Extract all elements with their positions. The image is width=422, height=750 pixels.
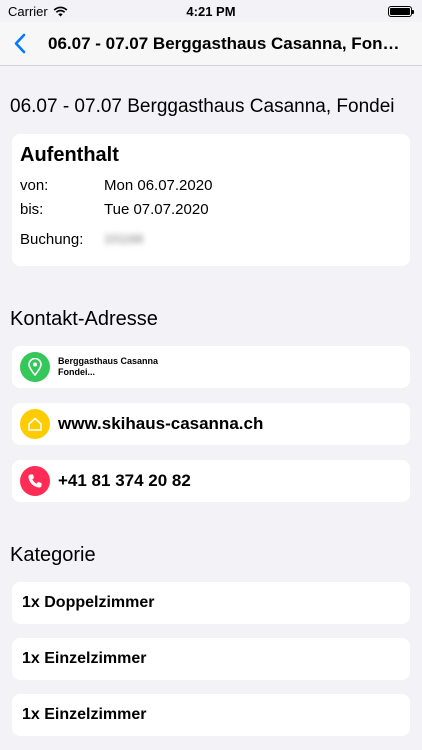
to-row: bis: Tue 07.07.2020 [20,197,402,221]
nav-title: 06.07 - 07.07 Berggasthaus Casanna, Fond… [48,33,400,53]
back-button[interactable] [0,22,40,66]
category-heading: Kategorie [10,544,96,566]
location-pin-icon [20,352,50,382]
phone-icon [20,466,50,496]
stay-title: Aufenthalt [20,144,119,166]
contact-heading: Kontakt-Adresse [10,308,158,330]
status-bar: Carrier 4:21 PM [0,0,422,22]
phone-link[interactable]: +41 81 374 20 82 [58,471,191,491]
phone-card[interactable]: +41 81 374 20 82 [12,460,410,502]
from-value: Mon 06.07.2020 [104,176,213,194]
address-line1: Berggasthaus Casanna [58,356,159,366]
from-row: von: Mon 06.07.2020 [20,173,402,197]
house-icon [20,409,50,439]
category-item[interactable]: 1x Doppelzimmer [12,582,410,624]
status-time: 4:21 PM [186,4,236,19]
website-link[interactable]: www.skihaus-casanna.ch [58,414,263,434]
website-card[interactable]: www.skihaus-casanna.ch [12,403,410,445]
category-item[interactable]: 1x Einzelzimmer [12,638,410,680]
chevron-left-icon [14,33,26,54]
battery-icon [388,5,414,17]
address-card[interactable]: Berggasthaus Casanna Fondei... [12,346,410,388]
address-text: Berggasthaus Casanna Fondei... [58,356,158,378]
to-value: Tue 07.07.2020 [104,200,209,218]
booking-label: Buchung: [20,230,84,248]
booking-value: 101168 [104,232,144,246]
booking-row: Buchung: 101168 [20,227,402,251]
to-label: bis: [20,200,44,218]
from-label: von: [20,176,49,194]
navigation-bar: 06.07 - 07.07 Berggasthaus Casanna, Fond… [0,22,422,66]
category-item[interactable]: 1x Einzelzimmer [12,694,410,736]
address-line2: Fondei... [58,367,95,377]
stay-card: Aufenthalt von: Mon 06.07.2020 bis: Tue … [12,134,410,266]
page-heading: 06.07 - 07.07 Berggasthaus Casanna, Fond… [10,96,395,117]
